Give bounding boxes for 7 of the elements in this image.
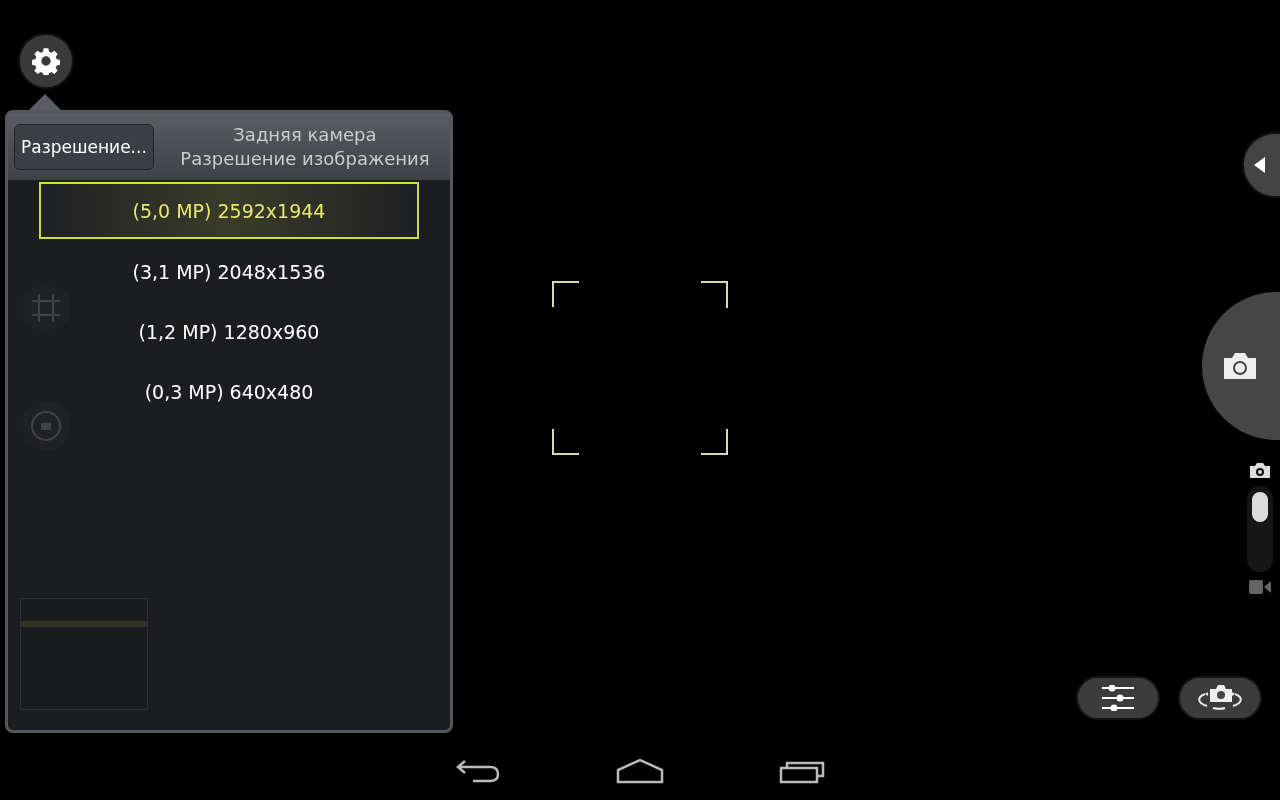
resolution-option[interactable]: (5,0 MP) 2592x1944	[39, 182, 419, 239]
panel-subtitle: Разрешение изображения	[180, 146, 430, 171]
resolution-option[interactable]: (0,3 MP) 640x480	[39, 362, 419, 422]
resolution-button[interactable]: Разрешение...	[14, 123, 154, 170]
resolution-option[interactable]: (3,1 MP) 2048x1536	[39, 242, 419, 302]
panel-title: Задняя камера	[233, 122, 377, 147]
resolution-option[interactable]: (1,2 MP) 1280x960	[39, 302, 419, 362]
